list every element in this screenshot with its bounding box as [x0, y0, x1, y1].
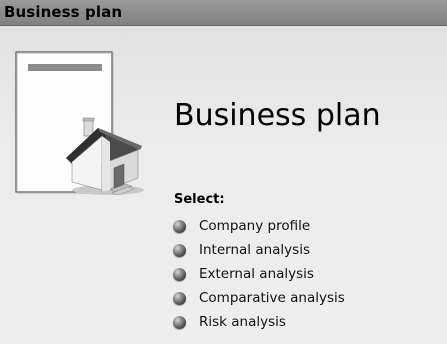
menu-item-external-analysis[interactable]: External analysis — [173, 262, 345, 286]
bullet-icon — [173, 267, 186, 281]
analysis-menu: Company profile Internal analysis Extern… — [173, 214, 345, 334]
select-label: Select: — [174, 192, 225, 207]
bullet-icon — [173, 291, 186, 305]
menu-item-internal-analysis[interactable]: Internal analysis — [173, 238, 345, 262]
menu-item-risk-analysis[interactable]: Risk analysis — [173, 310, 345, 334]
document-house-icon — [14, 50, 150, 202]
bullet-icon — [173, 315, 186, 329]
menu-item-comparative-analysis[interactable]: Comparative analysis — [173, 286, 345, 310]
menu-item-label: Comparative analysis — [199, 290, 345, 306]
menu-item-label: External analysis — [199, 266, 314, 282]
menu-item-label: Risk analysis — [199, 314, 286, 330]
bullet-icon — [173, 243, 186, 257]
title-bar: Business plan — [0, 0, 447, 26]
menu-item-label: Company profile — [199, 218, 311, 234]
menu-item-label: Internal analysis — [199, 242, 310, 258]
menu-item-company-profile[interactable]: Company profile — [173, 214, 345, 238]
page-title: Business plan — [174, 98, 381, 133]
window-title: Business plan — [4, 3, 123, 21]
bullet-icon — [173, 219, 186, 233]
main-panel: Business plan Select: Company profile In… — [0, 26, 447, 344]
